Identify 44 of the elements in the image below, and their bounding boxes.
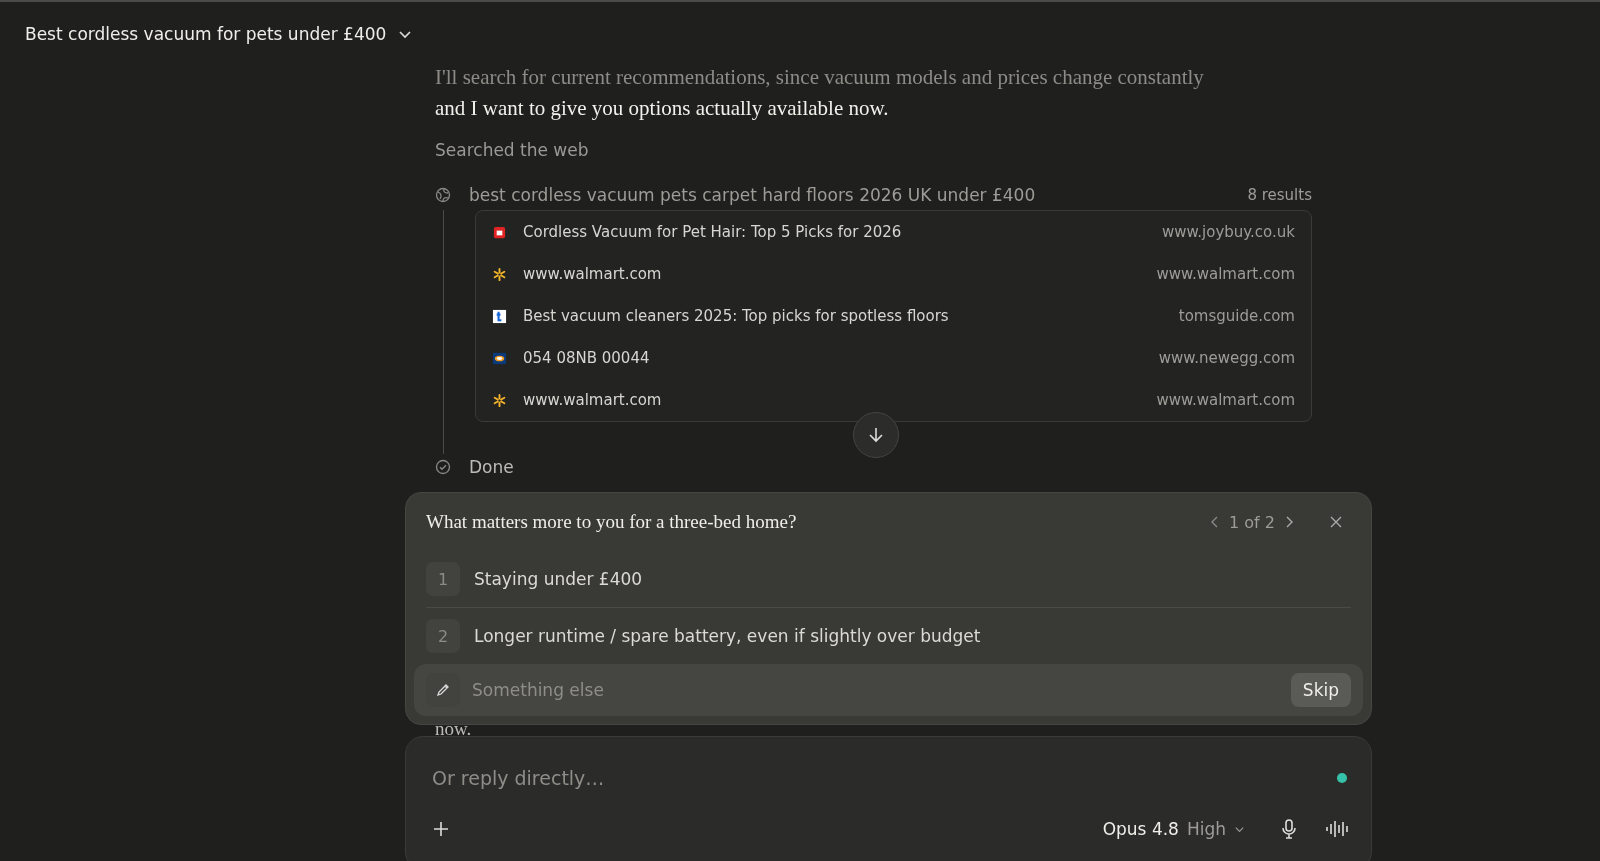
result-link[interactable]: www.walmart.com <box>523 391 662 409</box>
option-label: Staying under £400 <box>474 569 643 589</box>
message-text: I'll search for current recommendations, since vacuum models and prices change constantly <box>435 64 1205 91</box>
result-link[interactable]: Cordless Vacuum for Pet Hair: Top 5 Picks for 2026 <box>523 223 902 241</box>
close-icon[interactable] <box>1329 515 1343 529</box>
result-link[interactable]: 054 08NB 00044 <box>523 349 650 367</box>
question-text: What matters more to you for a three-bed home? <box>426 511 797 533</box>
result-domain: www.newegg.com <box>1158 349 1295 367</box>
plus-icon[interactable] <box>432 820 450 838</box>
search-query: best cordless vacuum pets carpet hard floors 2026 UK under £400 <box>469 185 1036 205</box>
status-dot <box>1337 773 1347 783</box>
microphone-icon[interactable] <box>1279 818 1299 840</box>
voice-waveform-icon[interactable] <box>1325 819 1351 839</box>
option-number: 1 <box>426 562 460 596</box>
scroll-down-button[interactable] <box>853 412 899 458</box>
result-count: 8 results <box>1247 186 1312 204</box>
answer-field[interactable]: Something else Skip <box>414 664 1363 716</box>
message-text: now. <box>434 724 472 736</box>
model-selector[interactable]: Opus 4.8 High <box>1098 815 1249 843</box>
letter-tile-icon <box>492 308 507 324</box>
message-text: and I want to give you options actually available now. <box>435 95 890 122</box>
option-label: Longer runtime / spare battery, even if slightly over budget <box>474 626 981 646</box>
result-link[interactable]: www.walmart.com <box>523 265 662 283</box>
arrow-down-icon <box>866 425 886 445</box>
reply-field[interactable]: Or reply directly… <box>432 763 1337 793</box>
check-circle-icon <box>435 459 451 475</box>
skip-button[interactable]: Skip <box>1290 673 1351 707</box>
spark-icon <box>492 392 507 408</box>
result-domain: www.joybuy.co.uk <box>1161 223 1295 241</box>
status-label: Done <box>469 457 514 477</box>
bag-icon <box>492 224 507 240</box>
egg-logo-icon <box>492 350 507 366</box>
result-domain: tomsguide.com <box>1178 307 1295 325</box>
chat-title[interactable]: Best cordless vacuum for pets under £400 <box>25 24 387 44</box>
page-indicator: 1 of 2 <box>1229 512 1275 532</box>
globe-icon <box>435 187 451 203</box>
searched-label[interactable]: Searched the web <box>435 140 589 160</box>
option-number: 2 <box>426 619 460 653</box>
answer-option[interactable]: 1 Staying under £400 <box>426 551 1351 608</box>
result-link[interactable]: Best vacuum cleaners 2025: Top picks for spotless floors <box>523 307 949 325</box>
answer-option[interactable]: 2 Longer runtime / spare battery, even if slightly over budget <box>426 608 1351 664</box>
result-domain: www.walmart.com <box>1156 391 1295 409</box>
result-domain: www.walmart.com <box>1156 265 1295 283</box>
spark-icon <box>492 266 507 282</box>
